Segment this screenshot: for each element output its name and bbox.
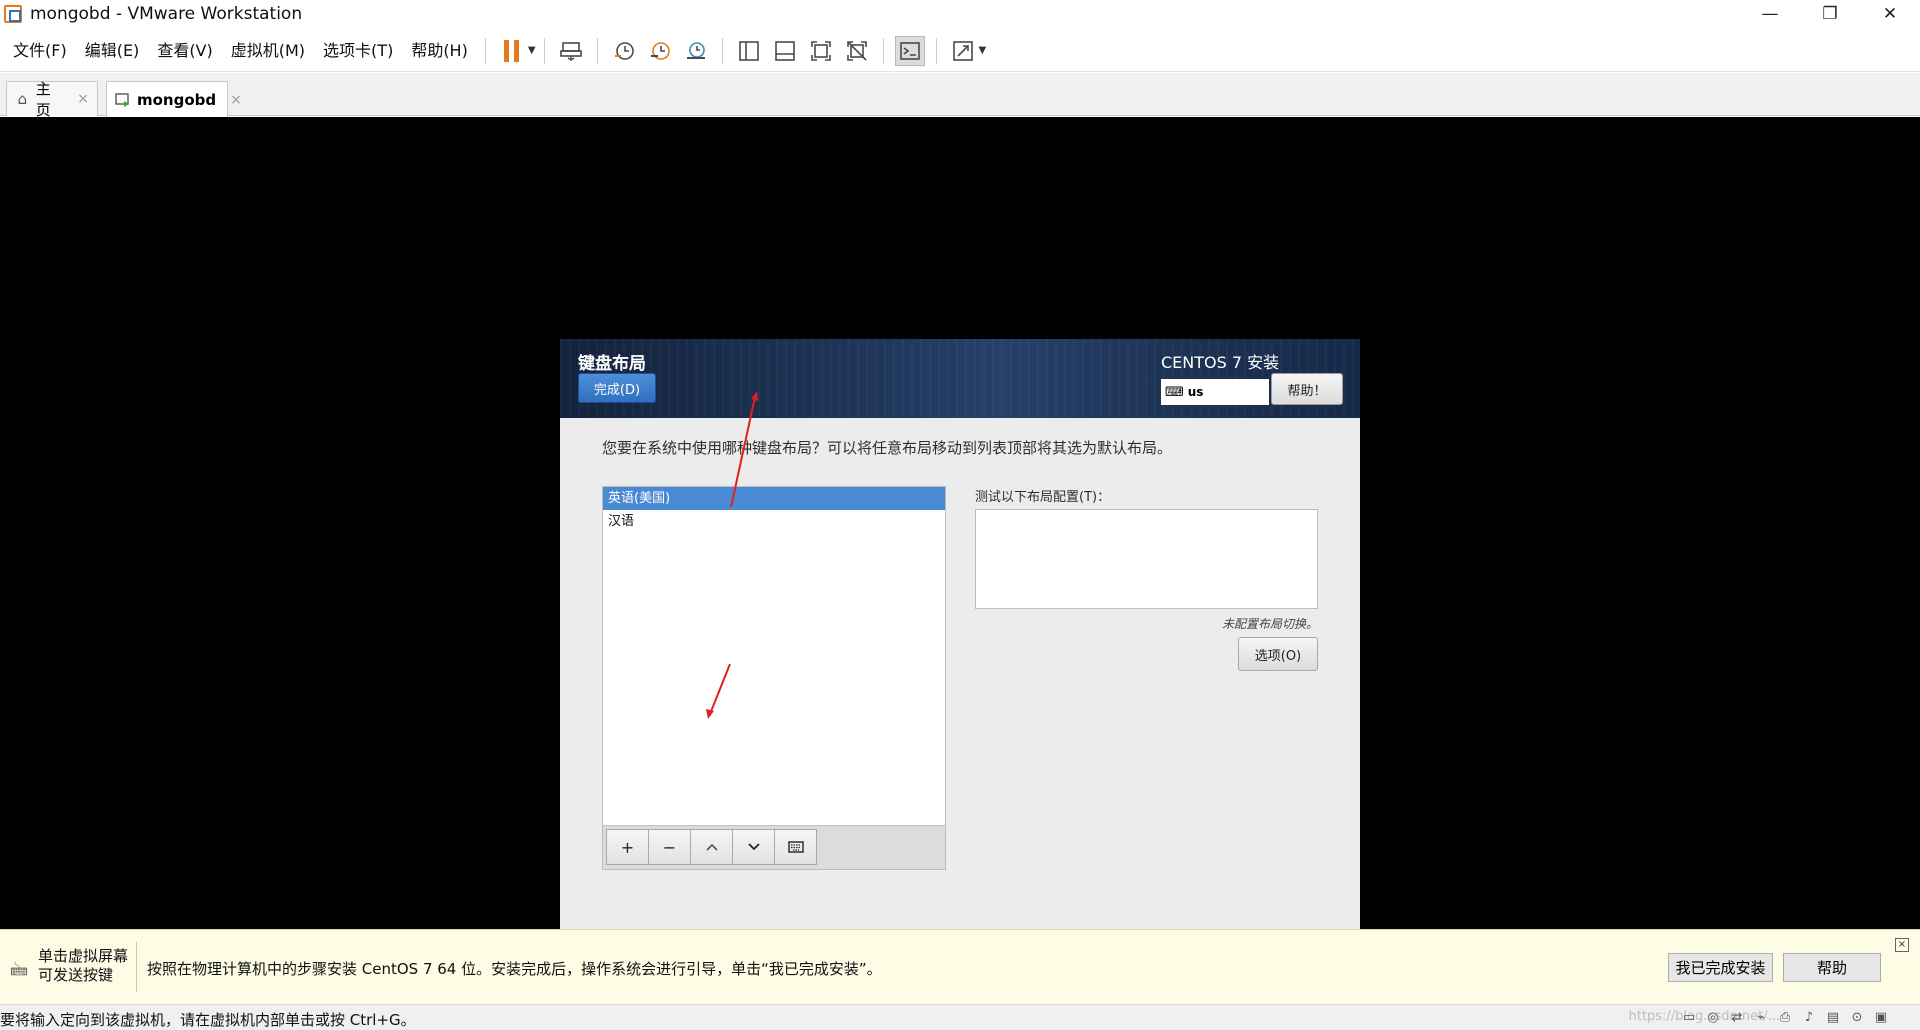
cd-dvd-icon[interactable]: ◎: [1704, 1008, 1722, 1026]
menu-vm[interactable]: 虚拟机(M): [222, 30, 314, 72]
toolbar-separator: [721, 37, 723, 64]
menu-tabs[interactable]: 选项卡(T): [314, 30, 402, 72]
hint-message: 按照在物理计算机中的步骤安装 CentOS 7 64 位。安装完成后，操作系统会…: [147, 960, 882, 978]
hint-click-line2: 可发送按键: [38, 966, 114, 984]
window-title: mongobd - VMware Workstation: [30, 4, 303, 24]
vm-icon: [115, 92, 131, 108]
vm-messages-icon[interactable]: ▣: [1872, 1008, 1890, 1026]
menu-bar: 文件(F) 编辑(E) 查看(V) 虚拟机(M) 选项卡(T) 帮助(H) ▼ …: [0, 30, 1920, 72]
device-icons: ▭ ◎ ⇄ ⌁ ⎙ ♪ ▤ ⊙ ▣: [1680, 1008, 1890, 1026]
hint-help-button[interactable]: 帮助: [1783, 953, 1881, 982]
menu-help[interactable]: 帮助(H): [402, 30, 477, 72]
hint-click-line1: 单击虚拟屏幕: [38, 947, 129, 965]
home-icon: ⌂: [17, 90, 28, 108]
menu-file[interactable]: 文件(F): [4, 30, 76, 72]
hint-close-icon[interactable]: ×: [1895, 938, 1909, 952]
display-icon[interactable]: ▤: [1824, 1008, 1842, 1026]
unity-mode-icon[interactable]: [842, 36, 872, 66]
hint-bar: 🖮 单击虚拟屏幕 可发送按键 按照在物理计算机中的步骤安装 CentOS 7 6…: [0, 929, 1920, 1004]
vm-screen[interactable]: 键盘布局 完成(D) CENTOS 7 安装 ⌨ us 帮助！ 您要在系统中使用…: [0, 117, 1920, 939]
snapshot-icon[interactable]: [609, 36, 639, 66]
thumbnail-bar-icon[interactable]: [770, 36, 800, 66]
finished-install-button[interactable]: 我已完成安装: [1668, 953, 1773, 982]
network-icon[interactable]: ⇄: [1728, 1008, 1746, 1026]
full-screen-icon[interactable]: [806, 36, 836, 66]
hint-click-note: 单击虚拟屏幕 可发送按键: [38, 947, 128, 985]
toolbar-separator: [882, 37, 884, 64]
status-icon[interactable]: ⊙: [1848, 1008, 1866, 1026]
view-dropdown-icon[interactable]: ▼: [979, 45, 987, 56]
sound-icon[interactable]: ♪: [1800, 1008, 1818, 1026]
toolbar-separator: [596, 37, 598, 64]
tab-home[interactable]: ⌂ 主页 ×: [6, 80, 98, 119]
revert-snapshot-icon[interactable]: [645, 36, 675, 66]
tab-mongobd[interactable]: mongobd ×: [106, 81, 242, 117]
tab-home-label: 主页: [35, 80, 51, 119]
menu-view[interactable]: 查看(V): [148, 30, 221, 72]
title-bar: mongobd - VMware Workstation — ❐ ✕: [0, 0, 1920, 28]
console-view-icon[interactable]: [894, 35, 925, 66]
minimize-button[interactable]: —: [1740, 0, 1800, 28]
tab-bar: ⌂ 主页 × mongobd ×: [0, 73, 1920, 119]
close-button[interactable]: ✕: [1860, 0, 1920, 28]
status-bar: 要将输入定向到该虚拟机，请在虚拟机内部单击或按 Ctrl+G。 https://…: [0, 1004, 1920, 1030]
vmware-app-icon: [4, 5, 22, 23]
tab-mongobd-label: mongobd: [137, 90, 217, 109]
printer-icon[interactable]: ⎙: [1776, 1008, 1794, 1026]
hard-disk-icon[interactable]: ▭: [1680, 1008, 1698, 1026]
hint-separator: [136, 942, 137, 992]
usb-icon[interactable]: ⌁: [1752, 1008, 1770, 1026]
snapshot-manager-icon[interactable]: [681, 36, 711, 66]
window-controls: — ❐ ✕: [1740, 0, 1920, 28]
menu-edit[interactable]: 编辑(E): [76, 30, 149, 72]
restore-button[interactable]: ❐: [1800, 0, 1860, 28]
tab-home-close-icon[interactable]: ×: [77, 91, 89, 107]
toolbar-separator: [543, 37, 545, 64]
stretch-view-icon[interactable]: [948, 36, 978, 66]
toolbar-separator: [484, 37, 486, 64]
keyboard-click-icon: 🖮: [10, 960, 28, 981]
status-text: 要将输入定向到该虚拟机，请在虚拟机内部单击或按 Ctrl+G。: [0, 1011, 416, 1029]
power-dropdown-icon[interactable]: ▼: [528, 45, 536, 56]
toolbar-separator: [935, 37, 937, 64]
pause-icon[interactable]: [497, 36, 527, 66]
annotation-arrows: [706, 391, 758, 719]
library-view-icon[interactable]: [734, 36, 764, 66]
send-ctrl-alt-del-icon[interactable]: [556, 36, 586, 66]
tab-mongobd-close-icon[interactable]: ×: [230, 92, 242, 108]
